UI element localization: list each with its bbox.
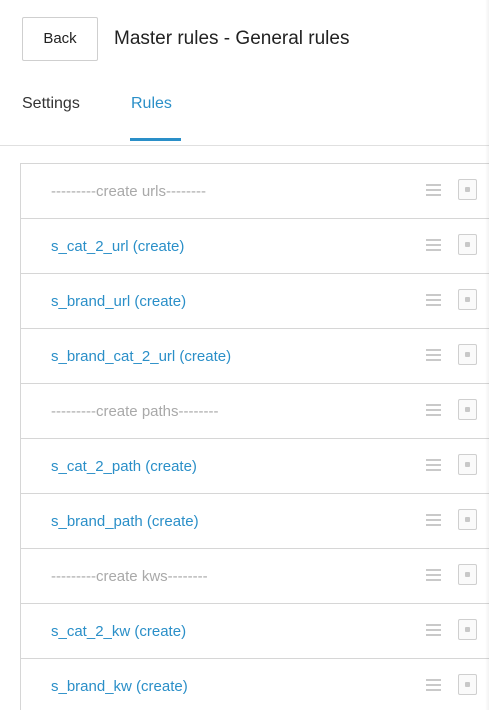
rule-row: s_brand_url (create) (21, 274, 489, 329)
rule-row: ---------create urls-------- (21, 164, 489, 219)
row-checkbox[interactable] (458, 234, 477, 255)
rule-row: s_brand_cat_2_url (create) (21, 329, 489, 384)
row-checkbox[interactable] (458, 179, 477, 200)
page-title: Master rules - General rules (114, 28, 350, 49)
checkbox-icon (465, 572, 470, 577)
rule-link[interactable]: s_brand_path (create) (51, 513, 199, 530)
rule-row: ---------create kws-------- (21, 549, 489, 604)
drag-handle-icon[interactable] (426, 239, 441, 251)
rule-link[interactable]: s_brand_url (create) (51, 293, 186, 310)
drag-handle-icon[interactable] (426, 624, 441, 636)
row-checkbox[interactable] (458, 454, 477, 475)
drag-handle-icon[interactable] (426, 679, 441, 691)
row-checkbox[interactable] (458, 399, 477, 420)
rule-link[interactable]: s_cat_2_path (create) (51, 458, 197, 475)
checkbox-icon (465, 627, 470, 632)
rule-link[interactable]: s_cat_2_url (create) (51, 238, 184, 255)
drag-handle-icon[interactable] (426, 459, 441, 471)
rules-panel: Back Master rules - General rules Settin… (0, 0, 489, 710)
rule-section-label: ---------create paths-------- (51, 403, 219, 420)
checkbox-icon (465, 462, 470, 467)
tab-rules[interactable]: Rules (131, 95, 172, 113)
rule-link[interactable]: s_brand_cat_2_url (create) (51, 348, 231, 365)
rule-row: s_cat_2_kw (create) (21, 604, 489, 659)
row-checkbox[interactable] (458, 674, 477, 695)
row-checkbox[interactable] (458, 564, 477, 585)
checkbox-icon (465, 682, 470, 687)
rule-section-label: ---------create kws-------- (51, 568, 208, 585)
drag-handle-icon[interactable] (426, 294, 441, 306)
checkbox-icon (465, 297, 470, 302)
rule-row: s_cat_2_path (create) (21, 439, 489, 494)
page-header: Back Master rules - General rules Settin… (0, 0, 489, 146)
drag-handle-icon[interactable] (426, 514, 441, 526)
checkbox-icon (465, 187, 470, 192)
checkbox-icon (465, 517, 470, 522)
scroll-edge (485, 0, 489, 710)
rules-list: ---------create urls-------- s_cat_2_url… (20, 163, 489, 710)
rule-row: s_brand_kw (create) (21, 659, 489, 710)
row-checkbox[interactable] (458, 509, 477, 530)
rule-row: s_brand_path (create) (21, 494, 489, 549)
active-tab-indicator (130, 138, 181, 141)
back-button[interactable]: Back (22, 17, 98, 61)
drag-handle-icon[interactable] (426, 349, 441, 361)
tab-settings[interactable]: Settings (22, 95, 80, 113)
rule-link[interactable]: s_brand_kw (create) (51, 678, 188, 695)
drag-handle-icon[interactable] (426, 184, 441, 196)
drag-handle-icon[interactable] (426, 404, 441, 416)
row-checkbox[interactable] (458, 619, 477, 640)
row-checkbox[interactable] (458, 289, 477, 310)
rule-link[interactable]: s_cat_2_kw (create) (51, 623, 186, 640)
checkbox-icon (465, 242, 470, 247)
rule-row: ---------create paths-------- (21, 384, 489, 439)
row-checkbox[interactable] (458, 344, 477, 365)
checkbox-icon (465, 352, 470, 357)
rule-section-label: ---------create urls-------- (51, 183, 206, 200)
drag-handle-icon[interactable] (426, 569, 441, 581)
checkbox-icon (465, 407, 470, 412)
rule-row: s_cat_2_url (create) (21, 219, 489, 274)
